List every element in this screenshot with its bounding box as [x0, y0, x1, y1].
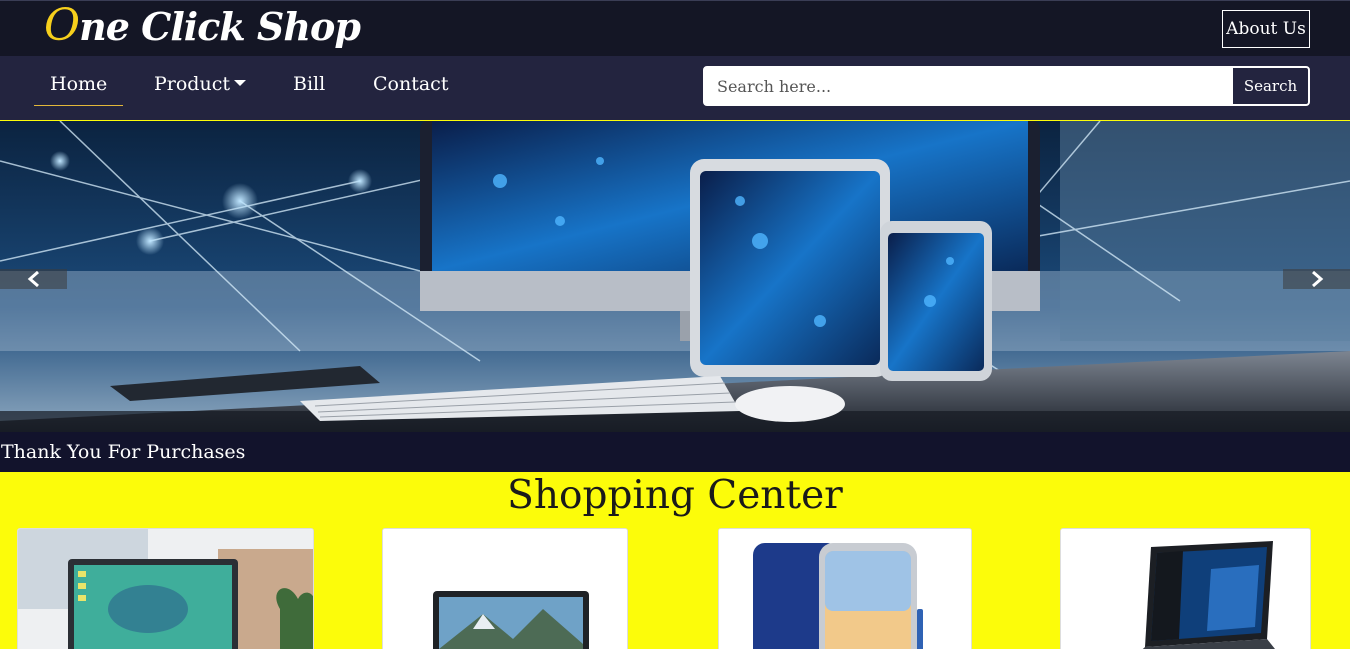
brand-name: ne Click Shop	[79, 4, 361, 49]
main-navbar: Home Product Bill Contact Search	[0, 56, 1350, 120]
chevron-left-icon	[27, 270, 39, 288]
carousel-next-button[interactable]	[1283, 269, 1350, 289]
shopping-center-title: Shopping Center	[507, 473, 843, 518]
chevron-right-icon	[1312, 270, 1324, 288]
carousel-caption: Thank You For Purchases	[0, 432, 1350, 472]
laptop-photo	[1061, 529, 1310, 649]
nav-product-label: Product	[154, 73, 230, 95]
search-form: Search	[703, 66, 1310, 106]
carousel-prev-button[interactable]	[0, 269, 67, 289]
hero-carousel	[0, 121, 1350, 432]
nav-product-dropdown[interactable]: Product	[154, 70, 246, 106]
top-header: One Click Shop About Us	[0, 0, 1350, 56]
brand-logo[interactable]: One Click Shop	[44, 0, 361, 53]
product-card[interactable]	[17, 528, 314, 649]
nav-contact-label: Contact	[373, 73, 449, 95]
smartphone-photo	[719, 529, 971, 649]
caret-down-icon	[233, 80, 246, 86]
nav-home[interactable]: Home	[34, 70, 124, 106]
product-card[interactable]	[382, 528, 628, 649]
nav-bill[interactable]: Bill	[293, 70, 325, 106]
about-us-button[interactable]: About Us	[1222, 10, 1310, 48]
nav-bill-label: Bill	[293, 73, 326, 95]
hero-banner-image	[0, 121, 1350, 432]
search-button[interactable]: Search	[1233, 68, 1308, 104]
product-card[interactable]	[718, 528, 972, 649]
search-input[interactable]	[705, 68, 1233, 104]
laptop-photo	[18, 529, 313, 649]
brand-first-letter: O	[44, 0, 80, 51]
nav-contact[interactable]: Contact	[373, 70, 448, 106]
laptop-photo	[383, 529, 627, 649]
nav-home-label: Home	[50, 73, 108, 95]
product-card[interactable]	[1060, 528, 1311, 649]
